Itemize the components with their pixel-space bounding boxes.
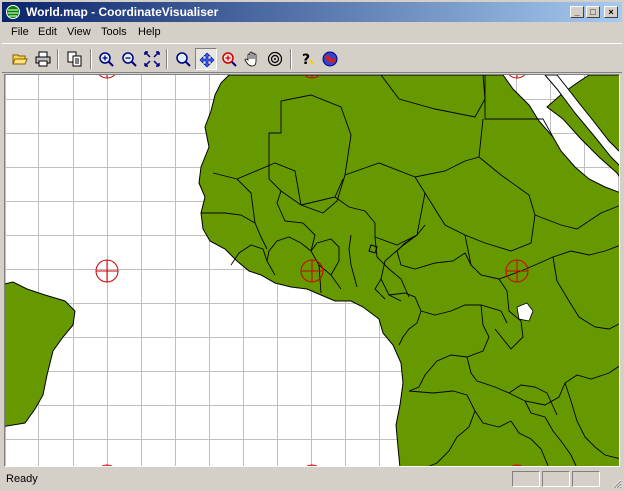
menu-file[interactable]: File bbox=[10, 25, 30, 39]
menu-help[interactable]: Help bbox=[137, 25, 162, 39]
coordinate-marker[interactable] bbox=[506, 75, 528, 79]
resize-grip-icon[interactable] bbox=[610, 477, 622, 489]
zoom-window-button[interactable] bbox=[218, 48, 240, 70]
maximize-button[interactable]: □ bbox=[586, 6, 600, 18]
copy-icon bbox=[67, 51, 82, 67]
menu-view[interactable]: View bbox=[66, 25, 92, 39]
status-pane bbox=[542, 471, 570, 487]
minimize-button[interactable]: _ bbox=[570, 6, 584, 18]
target-icon bbox=[267, 51, 283, 67]
zoom-in-icon bbox=[99, 52, 114, 67]
open-button[interactable] bbox=[9, 48, 31, 70]
zoom-extents-button[interactable] bbox=[141, 48, 163, 70]
close-button[interactable]: × bbox=[604, 6, 618, 18]
zoom-tool-button[interactable] bbox=[172, 48, 194, 70]
move-arrows-icon bbox=[199, 52, 215, 68]
fit-extents-icon bbox=[144, 51, 160, 67]
help-question-icon: ? bbox=[302, 52, 314, 67]
printer-icon bbox=[35, 51, 51, 67]
folder-open-icon bbox=[12, 54, 28, 65]
map-view[interactable] bbox=[4, 74, 620, 467]
window-title: World.map - CoordinateVisualiser bbox=[26, 5, 219, 19]
status-pane bbox=[572, 471, 600, 487]
coordinate-marker[interactable] bbox=[505, 259, 529, 283]
zoom-in-button[interactable] bbox=[95, 48, 117, 70]
coordinate-marker[interactable] bbox=[96, 464, 118, 467]
status-pane bbox=[512, 471, 540, 487]
hand-icon bbox=[244, 51, 257, 67]
map-canvas[interactable] bbox=[5, 75, 620, 467]
toolbar: ? bbox=[2, 43, 622, 73]
magnifier-icon bbox=[176, 52, 191, 67]
coordinate-marker[interactable] bbox=[95, 259, 119, 283]
app-globe-icon bbox=[6, 5, 20, 19]
title-bar[interactable]: World.map - CoordinateVisualiser _ □ × bbox=[2, 2, 622, 22]
help-button[interactable]: ? bbox=[296, 48, 318, 70]
coordinate-marker[interactable] bbox=[96, 75, 118, 79]
coordinate-marker[interactable] bbox=[300, 259, 324, 283]
menu-tools[interactable]: Tools bbox=[100, 25, 128, 39]
globe-icon bbox=[322, 51, 338, 67]
about-button[interactable] bbox=[319, 48, 341, 70]
zoom-out-icon bbox=[122, 52, 137, 67]
app-window: World.map - CoordinateVisualiser _ □ × F… bbox=[0, 0, 624, 491]
menu-edit[interactable]: Edit bbox=[37, 25, 58, 39]
status-bar: Ready bbox=[2, 469, 622, 489]
center-target-button[interactable] bbox=[264, 48, 286, 70]
print-button[interactable] bbox=[32, 48, 54, 70]
menu-bar: File Edit View Tools Help bbox=[2, 23, 622, 41]
hand-pan-button[interactable] bbox=[241, 48, 263, 70]
toolbar-separator bbox=[290, 49, 292, 69]
pan-move-button[interactable] bbox=[195, 48, 217, 70]
zoom-out-button[interactable] bbox=[118, 48, 140, 70]
toolbar-separator bbox=[57, 49, 59, 69]
svg-text:?: ? bbox=[302, 52, 310, 67]
copy-button[interactable] bbox=[64, 48, 86, 70]
coordinate-marker[interactable] bbox=[301, 464, 323, 467]
status-text: Ready bbox=[6, 473, 38, 485]
toolbar-separator bbox=[166, 49, 168, 69]
toolbar-separator bbox=[90, 49, 92, 69]
zoom-target-icon bbox=[222, 52, 237, 67]
